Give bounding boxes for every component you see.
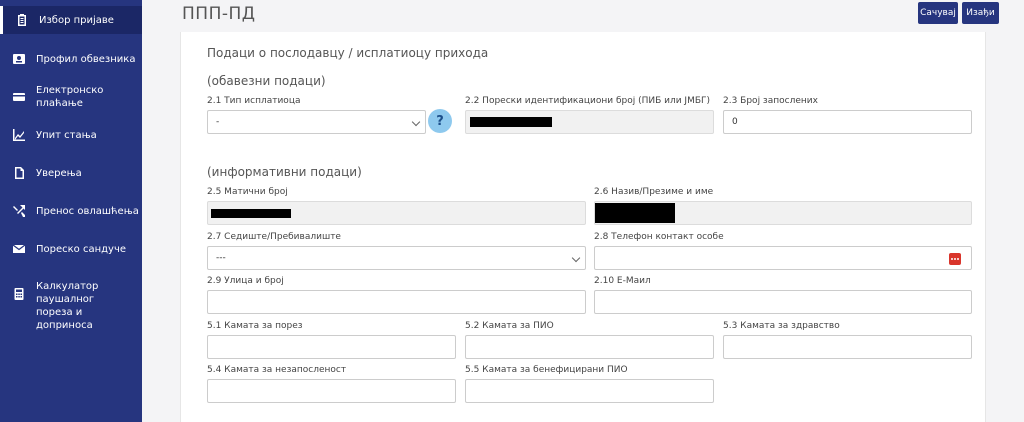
contact-phone-label: 2.8 Телефон контакт особе — [594, 232, 724, 242]
clipboard-icon — [15, 13, 29, 27]
interest-beneficiary-pio-input[interactable] — [465, 379, 714, 403]
contact-phone-input[interactable] — [594, 246, 972, 270]
street-label: 2.9 Улица и број — [207, 276, 284, 286]
payer-type-value: - — [216, 117, 220, 127]
sidebar-item-flat-tax-calculator[interactable]: Калкулатор паушалног пореза и доприноса — [0, 280, 142, 331]
sidebar-item-label: Калкулатор паушалног пореза и доприноса — [36, 280, 142, 332]
seat-residence-select[interactable]: --- — [207, 246, 586, 270]
payer-type-label: 2.1 Тип исплатиоца — [207, 96, 301, 106]
sidebar-item-taxpayer-profile[interactable]: Профил обвезника — [0, 46, 142, 72]
redacted-value — [211, 209, 291, 218]
top-bar: ППП-ПД Сачувај Изађи — [142, 0, 1024, 32]
credit-card-icon — [12, 90, 26, 104]
street-input[interactable] — [207, 290, 586, 314]
redacted-value — [470, 117, 552, 127]
sidebar-item-electronic-payment[interactable]: Електронско плаћање — [0, 84, 142, 110]
form-heading: Подаци о послодавцу / исплатиоцу прихода — [207, 46, 489, 60]
email-input[interactable] — [594, 290, 972, 314]
chevron-down-icon — [571, 253, 581, 263]
informative-section-title: (информативни подаци) — [207, 165, 362, 179]
tax-id-label: 2.2 Порески идентификациони број (ПИБ ил… — [465, 96, 711, 106]
envelope-icon — [12, 242, 26, 256]
name-label: 2.6 Назив/Презиме и име — [594, 187, 714, 197]
email-label: 2.10 Е-Маил — [594, 276, 651, 286]
employee-count-value: 0 — [732, 117, 738, 127]
interest-unemployment-label: 5.4 Камата за незапосленост — [207, 365, 347, 375]
sidebar-item-label-line1: Калкулатор паушалног — [36, 281, 99, 305]
registration-number-label: 2.5 Матични број — [207, 187, 288, 197]
sidebar-item-label: Избор пријаве — [39, 14, 114, 26]
seat-residence-label: 2.7 Седиште/Пребивалиште — [207, 232, 341, 242]
help-icon[interactable]: ? — [428, 109, 452, 133]
mandatory-section-title: (обавезни подаци) — [207, 74, 326, 88]
id-card-icon — [12, 52, 26, 66]
tax-id-field — [465, 110, 714, 134]
sidebar-item-form-selection[interactable]: Избор пријаве — [0, 6, 142, 34]
more-options-icon[interactable] — [949, 253, 961, 265]
employee-count-input[interactable]: 0 — [723, 110, 972, 134]
employee-count-label: 2.3 Број запослених — [723, 96, 818, 106]
transfer-icon — [12, 204, 26, 218]
sidebar-item-label: Пореско сандуче — [36, 243, 127, 255]
sidebar-item-label: Електронско плаћање — [36, 85, 104, 109]
sidebar-item-label-line2: пореза и доприноса — [36, 307, 93, 331]
sidebar-item-certificates[interactable]: Уверења — [0, 160, 142, 186]
interest-health-input[interactable] — [723, 335, 972, 359]
sidebar: Избор пријаве Профил обвезника Електронс… — [0, 0, 142, 422]
sidebar-item-label: Пренос овлашћења — [36, 205, 139, 217]
registration-number-field — [207, 201, 586, 225]
chevron-down-icon — [411, 117, 421, 127]
interest-tax-input[interactable] — [207, 335, 456, 359]
exit-button[interactable]: Изађи — [962, 2, 999, 24]
interest-health-label: 5.3 Камата за здравство — [723, 321, 840, 331]
sidebar-item-label: Уверења — [36, 167, 82, 179]
save-button[interactable]: Сачувај — [918, 2, 958, 24]
name-field — [594, 201, 972, 225]
interest-unemployment-input[interactable] — [207, 379, 456, 403]
seat-residence-value: --- — [216, 253, 226, 263]
calculator-icon — [12, 287, 26, 301]
sidebar-item-authorization-transfer[interactable]: Пренос овлашћења — [0, 198, 142, 224]
sidebar-item-tax-inbox[interactable]: Пореско сандуче — [0, 236, 142, 262]
chart-icon — [12, 128, 26, 142]
interest-pio-input[interactable] — [465, 335, 714, 359]
document-icon — [12, 166, 26, 180]
interest-beneficiary-pio-label: 5.5 Камата за бенефицирани ПИО — [465, 365, 628, 375]
page-title: ППП-ПД — [182, 4, 256, 24]
interest-tax-label: 5.1 Камата за порез — [207, 321, 303, 331]
interest-pio-label: 5.2 Камата за ПИО — [465, 321, 554, 331]
sidebar-item-balance-inquiry[interactable]: Упит стања — [0, 122, 142, 148]
sidebar-item-label: Профил обвезника — [36, 53, 136, 65]
redacted-value — [595, 203, 675, 223]
form-card — [180, 32, 986, 422]
sidebar-item-label: Упит стања — [36, 129, 97, 141]
payer-type-select[interactable]: - — [207, 110, 426, 134]
